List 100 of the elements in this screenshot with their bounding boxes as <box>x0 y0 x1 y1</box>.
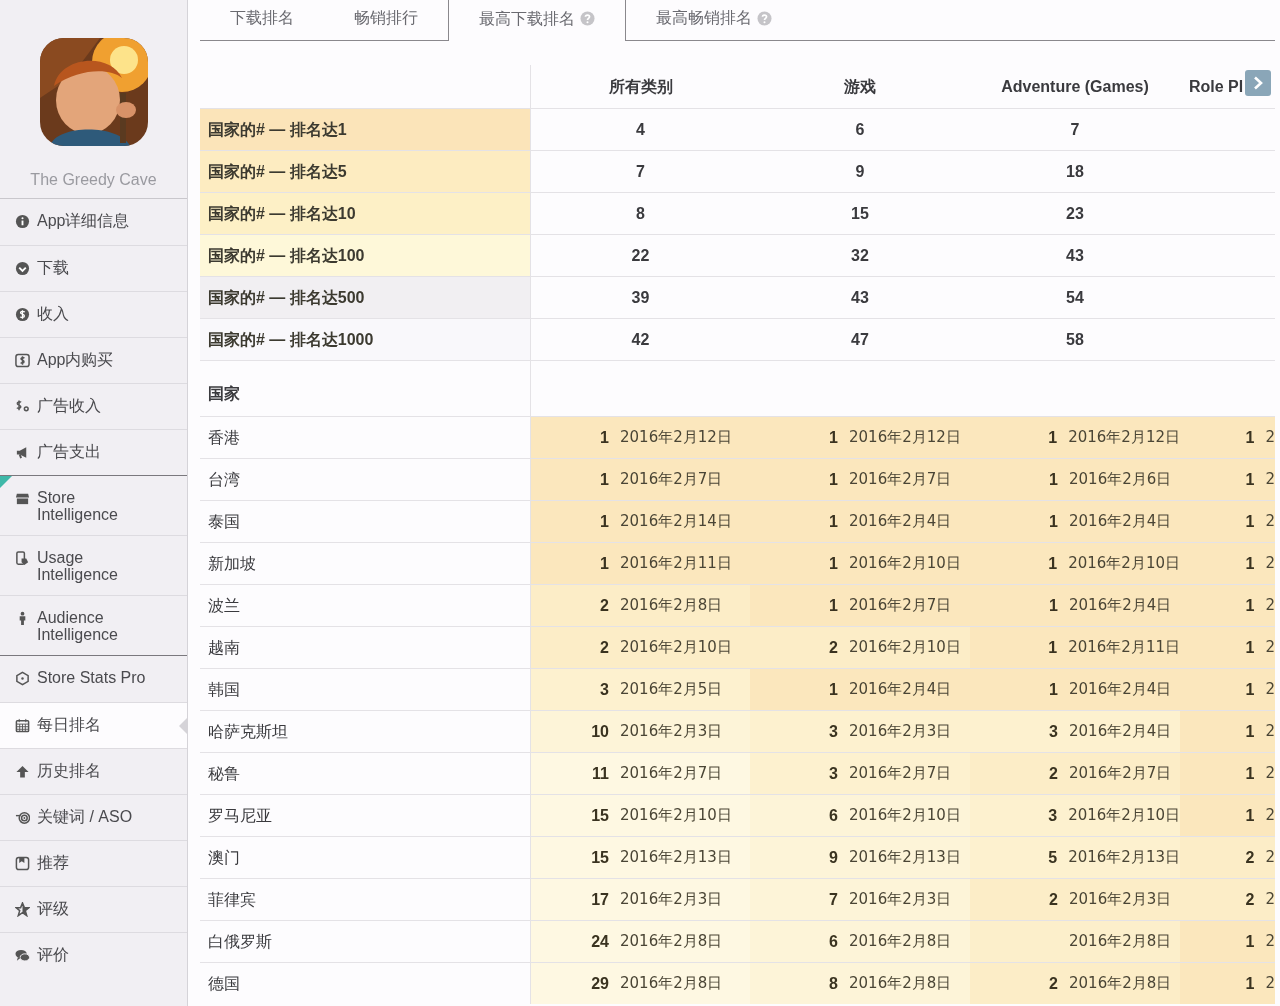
rank-date: 2 <box>1265 805 1275 827</box>
rank-number: 1 <box>599 553 609 574</box>
info-icon <box>15 214 30 229</box>
rank-number: 1 <box>1048 511 1058 532</box>
rank-number: 2 <box>1244 889 1255 910</box>
up-arrow-icon <box>15 764 30 779</box>
table-cell-text: 47 <box>851 329 869 350</box>
sidebar-item[interactable]: 下载 <box>0 245 187 291</box>
rank-date: 2016年2月8日 <box>1069 931 1172 953</box>
row-label-cell: 国家的# — 排名达500 <box>200 277 530 318</box>
rank-number: 1 <box>1244 679 1255 700</box>
rank-date: 2016年2月11日 <box>1068 637 1180 659</box>
table-cell-text: 9 <box>855 161 865 182</box>
rank-date: 2016年2月7日 <box>620 469 723 491</box>
rank-date: 2 <box>1265 847 1275 869</box>
rank-date: 2016年2月5日 <box>620 679 723 701</box>
rank-date: 2016年2月3日 <box>1069 889 1172 911</box>
rank-number: 1 <box>599 469 609 490</box>
rank-number: 2 <box>1048 973 1058 994</box>
bookmark-box-icon <box>15 856 30 871</box>
help-icon <box>757 10 772 26</box>
rank-date: 2 <box>1265 889 1275 911</box>
rank-date: 2016年2月12日 <box>849 427 961 449</box>
hexagon-icon <box>15 671 30 686</box>
rank-number: 1 <box>1244 511 1255 532</box>
rank-number: 10 <box>590 721 609 742</box>
sidebar-item[interactable]: 历史排名 <box>0 748 187 794</box>
row-label-cell: 国家的# — 排名达10 <box>200 193 530 234</box>
rank-date: 2016年2月4日 <box>1069 679 1172 701</box>
sidebar-item[interactable]: 收入 <box>0 291 187 337</box>
rank-number: 29 <box>590 973 609 994</box>
rank-date: 2016年2月4日 <box>1069 511 1172 533</box>
sidebar-item[interactable]: 广告支出 <box>0 429 187 475</box>
tab[interactable]: 最高下载排名 <box>448 0 626 41</box>
rank-number: 3 <box>1048 721 1058 742</box>
rank-number: 1 <box>1048 595 1058 616</box>
rank-number: 2 <box>828 637 838 658</box>
rank-number: 1 <box>1244 931 1255 952</box>
sidebar-item[interactable]: Store Intelligence <box>0 476 187 535</box>
country-name: 泰国 <box>208 511 240 532</box>
scroll-right-button[interactable] <box>1245 70 1271 96</box>
rank-number: 1 <box>828 469 838 490</box>
rank-number: 1 <box>1047 637 1058 658</box>
rank-date: 2016年2月10日 <box>1068 805 1180 827</box>
country-name: 罗马尼亚 <box>208 805 272 826</box>
rank-date: 2016年2月8日 <box>620 595 723 617</box>
rank-date: 2016年2月13日 <box>1068 847 1180 869</box>
table-cell-text: 42 <box>631 329 650 350</box>
rank-number: 5 <box>1047 847 1058 868</box>
table-cell-text: 4 <box>636 119 645 140</box>
table-cell-text: 32 <box>851 245 869 266</box>
rank-number: 15 <box>590 847 609 868</box>
table-cell-text: 54 <box>1066 287 1084 308</box>
chevron-right-icon <box>1252 76 1264 90</box>
rank-date: 2 <box>1265 637 1275 659</box>
rank-number: 1 <box>828 595 838 616</box>
country-name: 哈萨克斯坦 <box>208 721 288 742</box>
rank-date: 2016年2月10日 <box>849 805 961 827</box>
rank-number: 24 <box>590 931 609 952</box>
rank-date: 2016年2月7日 <box>849 469 952 491</box>
table-cell-text: 39 <box>631 287 650 308</box>
rank-date: 2 <box>1265 511 1275 533</box>
sidebar-item[interactable]: Audience Intelligence <box>0 595 187 655</box>
column-header: 游戏 <box>844 76 876 97</box>
calendar-icon <box>15 718 30 733</box>
rank-number: 9 <box>828 847 838 868</box>
rank-date: 2016年2月10日 <box>849 553 961 575</box>
rank-date: 2016年2月3日 <box>849 721 952 743</box>
sidebar-item[interactable]: App详细信息 <box>0 199 187 245</box>
table-cell-text: 22 <box>631 245 650 266</box>
rank-number: 1 <box>1048 469 1058 490</box>
row-label-cell: 国家的# — 排名达1 <box>200 109 530 150</box>
sidebar-item[interactable]: Store Stats Pro <box>0 656 187 702</box>
rank-date: 2 <box>1265 469 1275 491</box>
sidebar-item[interactable]: 评级 <box>0 886 187 932</box>
rank-number: 15 <box>590 805 609 826</box>
rank-date: 2016年2月7日 <box>1069 763 1172 785</box>
rank-date: 2016年2月7日 <box>849 595 952 617</box>
sidebar-item[interactable]: 广告收入 <box>0 383 187 429</box>
sidebar-item[interactable]: 评价 <box>0 932 187 978</box>
tab[interactable]: 下载排名 <box>200 0 324 41</box>
column-header: 所有类别 <box>608 76 673 97</box>
rank-date: 2016年2月8日 <box>620 931 723 953</box>
country-name: 波兰 <box>208 595 240 616</box>
rank-date: 2 <box>1265 931 1275 953</box>
rank-date: 2016年2月7日 <box>620 763 723 785</box>
rank-date: 2016年2月10日 <box>620 637 732 659</box>
sidebar-item[interactable]: App内购买 <box>0 337 187 383</box>
rank-number: 1 <box>1244 427 1255 448</box>
rank-number: 3 <box>1047 805 1058 826</box>
sidebar-item[interactable]: 推荐 <box>0 840 187 886</box>
app-name: The Greedy Cave <box>30 170 157 190</box>
country-name: 菲律宾 <box>208 889 256 910</box>
sidebar-item[interactable]: Usage Intelligence <box>0 535 187 595</box>
rank-number: 1 <box>1244 721 1255 742</box>
star-icon <box>15 902 30 917</box>
rank-date: 2 <box>1265 763 1275 785</box>
sidebar-item[interactable]: 关键词 / ASO <box>0 794 187 840</box>
sidebar-item[interactable]: 每日排名 <box>0 702 187 748</box>
tab[interactable]: 最高畅销排名 <box>626 0 1275 41</box>
